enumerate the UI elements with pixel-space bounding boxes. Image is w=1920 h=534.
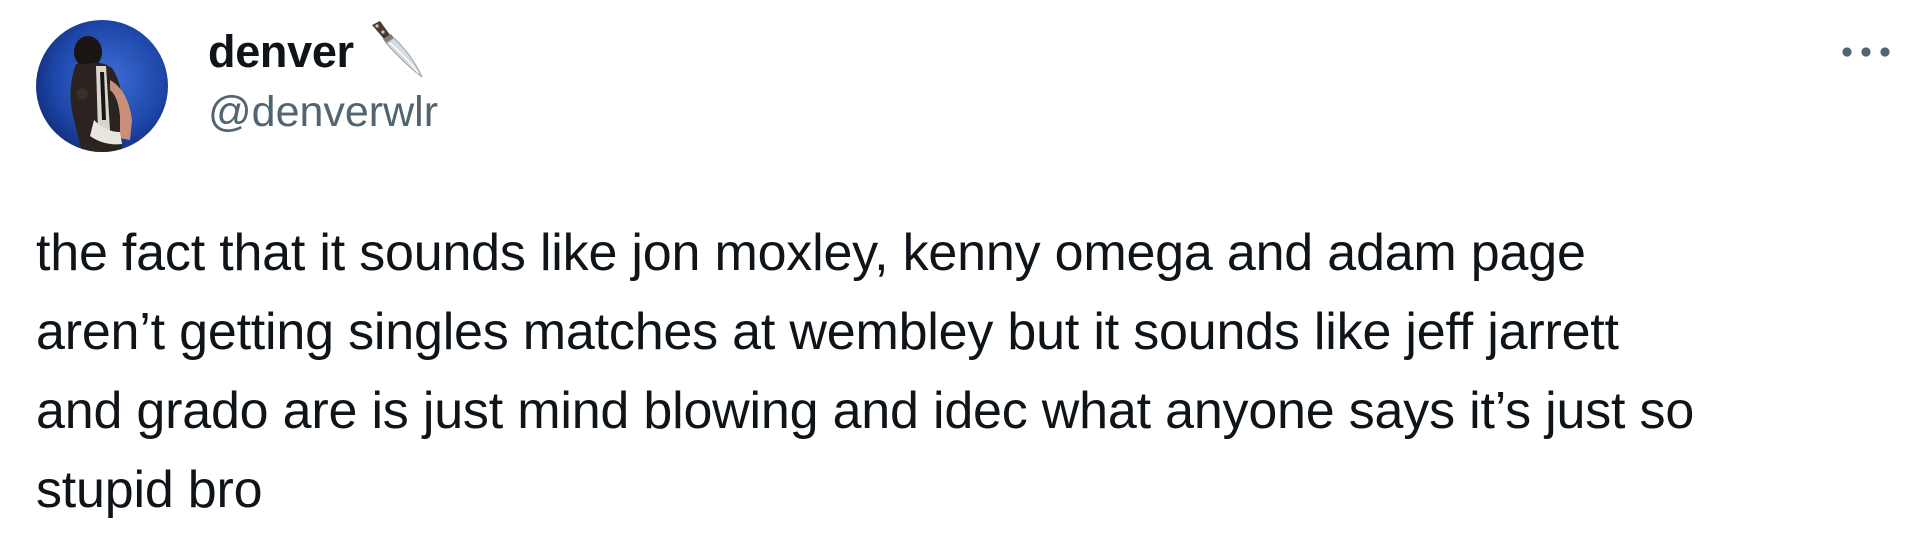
tweet-card: denver @denverwlr the fact that it sound… xyxy=(0,0,1920,534)
more-options-button[interactable] xyxy=(1836,30,1896,74)
display-name[interactable]: denver xyxy=(208,26,354,78)
author-handle[interactable]: @denverwlr xyxy=(208,88,438,137)
tweet-text-line: and grado are is just mind blowing and i… xyxy=(36,382,1695,440)
ellipsis-icon xyxy=(1842,47,1890,57)
knife-icon xyxy=(371,21,423,78)
author-avatar[interactable] xyxy=(36,20,168,152)
display-name-row: denver xyxy=(208,21,438,82)
tweet-text-line: stupid bro xyxy=(36,461,263,519)
tweet-text-line: the fact that it sounds like jon moxley,… xyxy=(36,224,1586,282)
tweet-text: the fact that it sounds like jon moxley,… xyxy=(36,214,1896,530)
wrestler-avatar-icon xyxy=(36,20,168,152)
author-identity: denver @denverwlr xyxy=(208,21,438,137)
tweet-text-line: aren’t getting singles matches at wemble… xyxy=(36,303,1619,361)
